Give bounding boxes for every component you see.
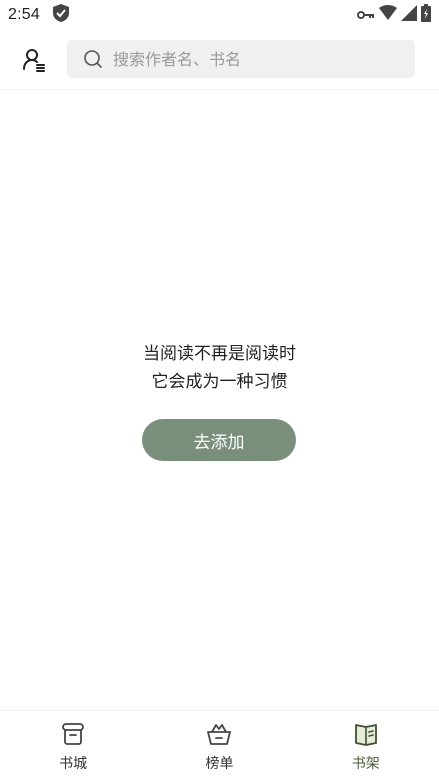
empty-message-line-2: 它会成为一种习惯 [151, 372, 288, 392]
profile-button[interactable] [20, 45, 50, 75]
signal-icon [401, 5, 417, 25]
empty-message-line-1: 当阅读不再是阅读时 [143, 344, 296, 364]
search-icon [84, 50, 102, 68]
nav-item-bookstore[interactable]: 书城 [0, 711, 146, 781]
top-header [0, 30, 439, 90]
nav-item-ranking[interactable]: 榜单 [146, 711, 292, 781]
shield-icon [52, 3, 70, 27]
search-bar[interactable] [67, 40, 415, 78]
user-list-icon [23, 48, 45, 72]
search-input[interactable] [111, 48, 395, 70]
battery-icon [421, 4, 431, 26]
status-time: 2:54 [8, 6, 40, 23]
nav-label-ranking: 榜单 [205, 756, 234, 772]
vpn-key-icon [357, 6, 375, 25]
nav-label-bookshelf: 书架 [351, 756, 380, 772]
status-right [357, 4, 431, 26]
empty-bookshelf-message: 当阅读不再是阅读时 它会成为一种习惯 [0, 340, 439, 396]
bottom-nav: 书城 榜单 书架 [0, 710, 439, 781]
wifi-icon [379, 5, 397, 25]
bookshelf-icon [353, 721, 379, 747]
status-bar: 2:54 [0, 0, 439, 30]
add-book-button[interactable]: 去添加 [142, 419, 296, 461]
nav-label-bookstore: 书城 [59, 756, 88, 772]
status-left: 2:54 [8, 3, 70, 27]
bookstore-icon [60, 721, 86, 747]
nav-item-bookshelf[interactable]: 书架 [293, 711, 439, 781]
ranking-basket-icon [206, 721, 232, 747]
